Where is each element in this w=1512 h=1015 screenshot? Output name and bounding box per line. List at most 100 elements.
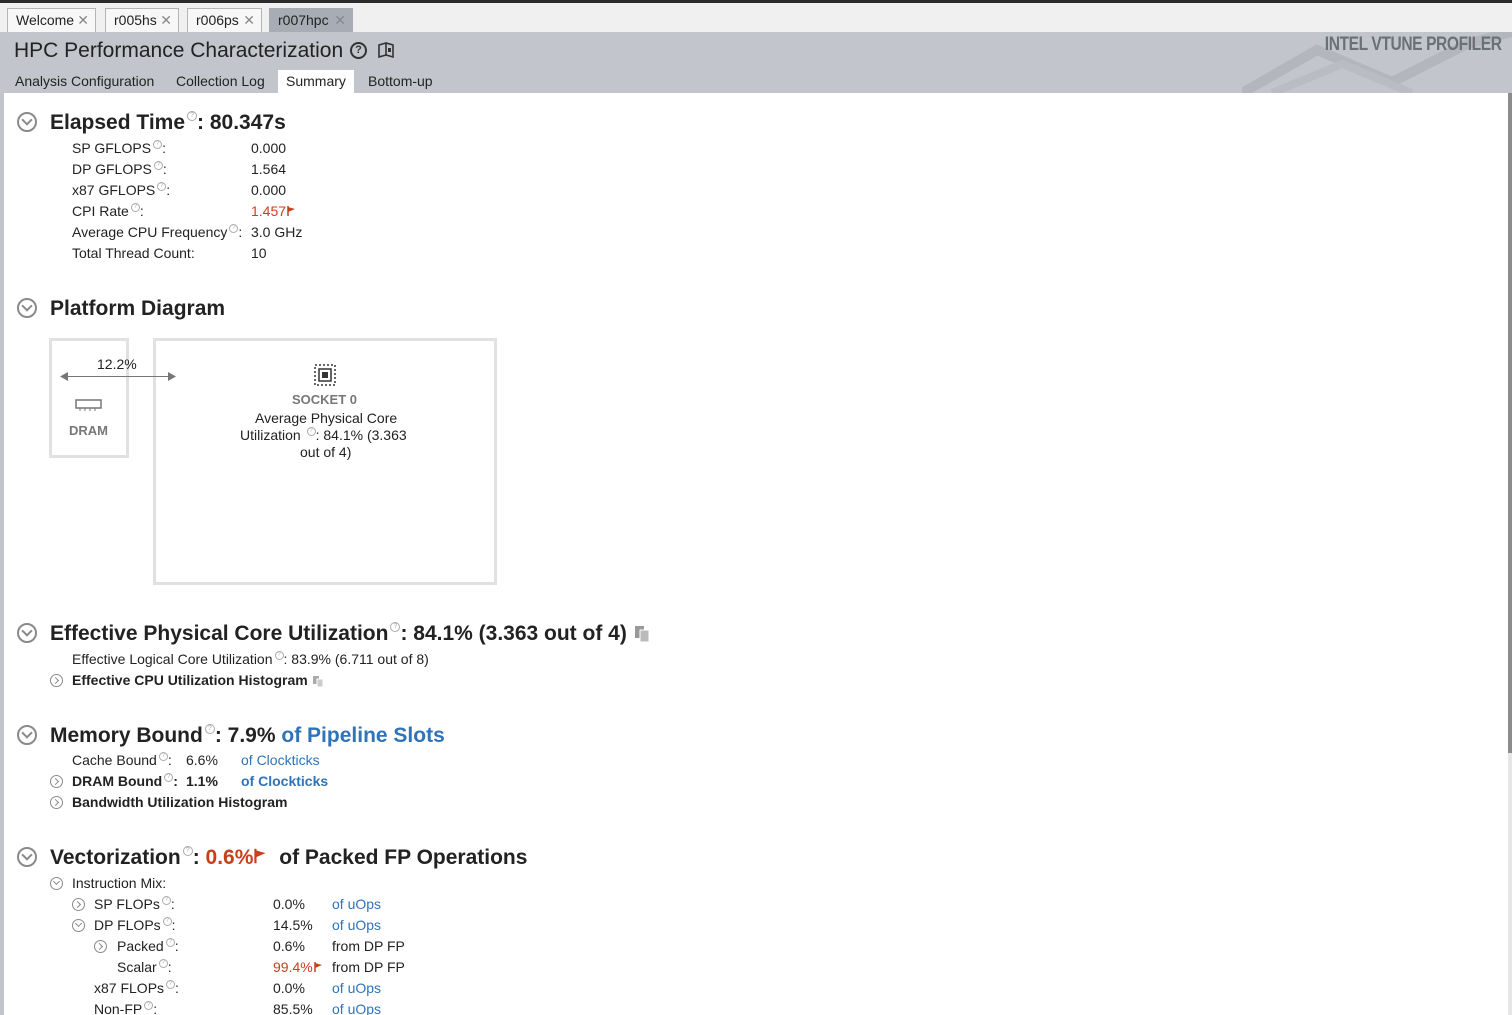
close-icon[interactable]: ✕ xyxy=(334,9,346,32)
close-icon[interactable]: ✕ xyxy=(243,9,255,32)
bandwidth-histogram-expand-toggle[interactable] xyxy=(50,796,63,809)
elapsed-time-value: : 80.347s xyxy=(197,111,286,134)
socket-utilization-line-3: out of 4) xyxy=(300,444,352,460)
cpi-rate-label: CPI Rate?: xyxy=(72,203,144,219)
copy-icon[interactable] xyxy=(312,675,324,688)
memory-collapse-toggle[interactable] xyxy=(17,725,37,745)
help-icon[interactable]: ? xyxy=(350,42,367,59)
dram-bound-expand-toggle[interactable] xyxy=(50,775,63,788)
close-icon[interactable]: ✕ xyxy=(160,9,172,32)
dram-bandwidth-value: 12.2% xyxy=(97,356,137,372)
elapsed-collapse-toggle[interactable] xyxy=(17,112,37,132)
core-util-collapse-toggle[interactable] xyxy=(17,623,37,643)
sp-gflops-label: SP GFLOPS?: xyxy=(72,140,166,156)
flag-icon xyxy=(287,206,296,216)
sp-flops-value: 0.0% xyxy=(273,896,305,912)
memory-bound-heading: Memory Bound?: 7.9% of Pipeline Slots xyxy=(50,724,445,747)
cpi-rate-value[interactable]: 1.457 xyxy=(251,203,296,219)
packed-label: Packed?: xyxy=(117,938,179,954)
help-icon[interactable]: ? xyxy=(229,224,239,233)
arrow-right-icon xyxy=(168,372,176,381)
help-icon[interactable]: ? xyxy=(161,896,171,905)
packed-expand-toggle[interactable] xyxy=(94,940,107,953)
avg-cpu-frequency-value: 3.0 GHz xyxy=(251,224,303,240)
help-icon[interactable]: ? xyxy=(165,938,175,947)
sp-flops-unit-link[interactable]: of uOps xyxy=(332,896,381,912)
help-icon[interactable]: ? xyxy=(157,182,167,191)
help-icon[interactable]: ? xyxy=(187,111,198,121)
page-title: HPC Performance Characterization xyxy=(14,39,344,62)
close-icon[interactable]: ✕ xyxy=(77,9,89,32)
logical-core-util-label: Effective Logical Core Utilization?: 83.… xyxy=(72,651,429,667)
scrollbar-thumb[interactable] xyxy=(1508,93,1512,753)
x87-gflops-label: x87 GFLOPS?: xyxy=(72,182,171,198)
cpu-chip-icon xyxy=(314,364,336,386)
dp-gflops-value: 1.564 xyxy=(251,161,287,177)
cache-bound-value: 6.6% xyxy=(186,752,218,768)
help-icon[interactable]: ? xyxy=(153,161,163,170)
help-icon[interactable]: ? xyxy=(182,846,193,856)
socket-utilization-line-2: Utilization ?: 84.1% (3.363 xyxy=(240,427,407,443)
pipeline-slots-link[interactable]: of Pipeline Slots xyxy=(281,724,444,747)
dp-flops-collapse-toggle[interactable] xyxy=(72,919,85,932)
tab-r005hs[interactable]: r005hs ✕ xyxy=(105,8,179,33)
avg-cpu-frequency-label: Average CPU Frequency?: xyxy=(72,224,243,240)
flag-icon xyxy=(254,848,266,864)
dp-flops-unit-link[interactable]: of uOps xyxy=(332,917,381,933)
arrow-left-icon xyxy=(60,372,68,381)
dp-gflops-label: DP GFLOPS?: xyxy=(72,161,167,177)
scalar-label: Scalar?: xyxy=(117,959,172,975)
core-utilization-heading: Effective Physical Core Utilization?: 84… xyxy=(50,622,651,646)
help-icon[interactable]: ? xyxy=(274,651,284,660)
tab-welcome[interactable]: Welcome ✕ xyxy=(7,8,96,33)
copy-icon[interactable] xyxy=(633,625,651,643)
x87-flops-unit-link[interactable]: of uOps xyxy=(332,980,381,996)
tab-label: r006ps xyxy=(196,12,239,28)
tab-bottom-up[interactable]: Bottom-up xyxy=(360,70,441,93)
non-fp-value: 85.5% xyxy=(273,1001,313,1015)
non-fp-unit-link[interactable]: of uOps xyxy=(332,1001,381,1015)
scalar-value[interactable]: 99.4% xyxy=(273,959,323,975)
tab-label: r005hs xyxy=(114,12,157,28)
elapsed-time-heading: Elapsed Time?: 80.347s xyxy=(50,111,286,135)
vectorization-unit: of Packed FP Operations xyxy=(279,846,528,869)
vectorization-collapse-toggle[interactable] xyxy=(17,847,37,867)
platform-collapse-toggle[interactable] xyxy=(17,298,37,318)
dram-bound-value: 1.1% xyxy=(186,773,218,789)
tab-analysis-configuration[interactable]: Analysis Configuration xyxy=(7,70,162,93)
dram-socket-link xyxy=(64,376,172,377)
instruction-mix-collapse-toggle[interactable] xyxy=(50,877,63,890)
result-tab-bar: Welcome ✕ r005hs ✕ r006ps ✕ r007hpc ✕ xyxy=(0,3,1512,33)
instruction-mix-label: Instruction Mix: xyxy=(72,875,167,891)
brand-logo: INTEL VTUNE PROFILER xyxy=(1325,34,1502,55)
scalar-unit: from DP FP xyxy=(332,959,405,975)
socket-label: SOCKET 0 xyxy=(292,392,358,407)
help-icon[interactable]: ? xyxy=(153,140,163,149)
tab-collection-log[interactable]: Collection Log xyxy=(168,70,273,93)
help-icon[interactable]: ? xyxy=(390,622,401,632)
tab-summary[interactable]: Summary xyxy=(278,70,354,93)
sp-gflops-value: 0.000 xyxy=(251,140,287,156)
dram-bound-unit-link[interactable]: of Clockticks xyxy=(241,773,328,789)
x87-gflops-value: 0.000 xyxy=(251,182,287,198)
histogram-expand-toggle[interactable] xyxy=(50,674,63,687)
help-icon[interactable]: ? xyxy=(204,724,215,734)
help-icon[interactable]: ? xyxy=(166,980,176,989)
help-icon[interactable]: ? xyxy=(306,427,316,436)
non-fp-label: Non-FP?: xyxy=(94,1001,158,1015)
cpu-util-histogram-label[interactable]: Effective CPU Utilization Histogram xyxy=(72,672,324,688)
help-icon[interactable]: ? xyxy=(158,752,168,761)
help-icon[interactable]: ? xyxy=(130,203,140,212)
tab-r006ps[interactable]: r006ps ✕ xyxy=(187,8,262,33)
documentation-icon[interactable] xyxy=(377,42,396,59)
analysis-header: HPC Performance Characterization ? INTEL… xyxy=(0,32,1512,93)
help-icon[interactable]: ? xyxy=(164,773,174,782)
bandwidth-histogram-label[interactable]: Bandwidth Utilization Histogram xyxy=(72,794,287,810)
help-icon[interactable]: ? xyxy=(158,959,168,968)
cache-bound-unit-link[interactable]: of Clockticks xyxy=(241,752,320,768)
help-icon[interactable]: ? xyxy=(162,917,172,926)
tab-r007hpc[interactable]: r007hpc ✕ xyxy=(269,8,353,33)
sp-flops-expand-toggle[interactable] xyxy=(72,898,85,911)
dram-label: DRAM xyxy=(69,423,108,438)
help-icon[interactable]: ? xyxy=(144,1001,154,1010)
